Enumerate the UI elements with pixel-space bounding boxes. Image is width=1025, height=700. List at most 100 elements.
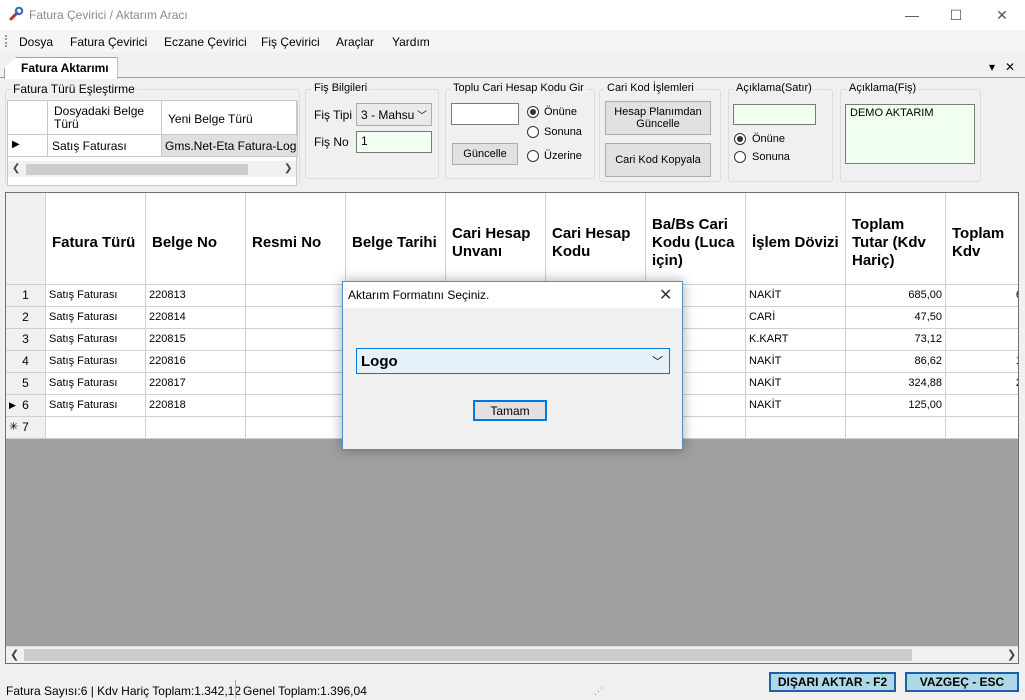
menu-dosya[interactable]: Dosya	[19, 35, 53, 49]
cell-belge-no[interactable]: 220816	[146, 351, 246, 373]
cell-resmi-no[interactable]	[246, 351, 346, 373]
cell-toplam-tutar[interactable]: 86,62	[846, 351, 946, 373]
cell-toplam-tutar[interactable]: 73,12	[846, 329, 946, 351]
tab-list-dropdown-icon[interactable]: ▾	[989, 60, 995, 74]
close-window-button[interactable]: ✕	[979, 0, 1025, 30]
cell-islem-dovizi[interactable]: NAKİT	[746, 351, 846, 373]
minimize-button[interactable]: —	[889, 0, 935, 30]
cell-fatura-turu[interactable]: Satış Faturası	[46, 395, 146, 417]
aciklama-onune-label: Önüne	[752, 133, 786, 145]
cell-belge-no[interactable]: 220815	[146, 329, 246, 351]
cell-toplam-kdv[interactable]: 6	[946, 285, 1018, 307]
col-resmi-no[interactable]: Resmi No	[246, 193, 346, 285]
col-cari-hesap-kodu[interactable]: Cari Hesap Kodu	[546, 193, 646, 285]
cell-resmi-no[interactable]	[246, 307, 346, 329]
cell-resmi-no[interactable]	[246, 285, 346, 307]
maximize-button[interactable]: ☐	[933, 0, 979, 30]
aciklama-satir-input[interactable]	[733, 104, 816, 125]
menu-eczane-cevirici[interactable]: Eczane Çevirici	[164, 35, 247, 49]
cell-toplam-tutar[interactable]: 125,00	[846, 395, 946, 417]
aciklama-onune-radio[interactable]	[734, 133, 746, 145]
scroll-right-icon[interactable]: ❯	[284, 163, 292, 174]
aciklama-sonuna-radio[interactable]	[734, 151, 746, 163]
cell-fatura-turu[interactable]: Satış Faturası	[46, 351, 146, 373]
vazgec-button[interactable]: VAZGEÇ - ESC	[905, 672, 1019, 692]
cell-fatura-turu[interactable]: Satış Faturası	[46, 329, 146, 351]
cell-toplam-tutar[interactable]: 324,88	[846, 373, 946, 395]
cell-islem-dovizi[interactable]	[746, 417, 846, 439]
col-belge-no[interactable]: Belge No	[146, 193, 246, 285]
toplu-onune-label: Önüne	[544, 106, 578, 118]
cell-islem-dovizi[interactable]: CARİ	[746, 307, 846, 329]
menu-araclar[interactable]: Araçlar	[336, 35, 374, 49]
cell-islem-dovizi[interactable]: NAKİT	[746, 373, 846, 395]
cell-fatura-turu[interactable]: Satış Faturası	[46, 307, 146, 329]
cari-kod-kopyala-button[interactable]: Cari Kod Kopyala	[605, 143, 711, 177]
cell-toplam-tutar[interactable]: 685,00	[846, 285, 946, 307]
row-number: 5	[6, 373, 46, 395]
menu-fatura-cevirici[interactable]: Fatura Çevirici	[70, 35, 147, 49]
cell-belge-no[interactable]: 220817	[146, 373, 246, 395]
toplu-cari-input[interactable]	[451, 103, 519, 125]
cari-kod-legend: Cari Kod İşlemleri	[605, 82, 696, 94]
col-cari-hesap-unvani[interactable]: Cari Hesap Unvanı	[446, 193, 546, 285]
grid-scroll-right-icon[interactable]: ❯	[1007, 648, 1016, 661]
cell-toplam-tutar[interactable]: 47,50	[846, 307, 946, 329]
cell-islem-dovizi[interactable]: NAKİT	[746, 285, 846, 307]
toplu-sonuna-radio[interactable]	[527, 126, 539, 138]
scroll-left-icon[interactable]: ❮	[12, 163, 20, 174]
cell-resmi-no[interactable]	[246, 417, 346, 439]
fis-tipi-select[interactable]: 3 - Mahsu ﹀	[356, 103, 432, 126]
cell-fatura-turu[interactable]	[46, 417, 146, 439]
col-fatura-turu[interactable]: Fatura Türü	[46, 193, 146, 285]
cell-resmi-no[interactable]	[246, 373, 346, 395]
toplu-onune-radio[interactable]	[527, 106, 539, 118]
chevron-down-icon: ﹀	[652, 356, 663, 368]
hesap-plani-guncelle-button[interactable]: Hesap Planımdan Güncelle	[605, 101, 711, 135]
aciklama-satir-legend: Açıklama(Satır)	[734, 82, 814, 94]
cell-toplam-kdv[interactable]	[946, 329, 1018, 351]
aciklama-fis-legend: Açıklama(Fiş)	[847, 82, 919, 94]
col-belge-tarihi[interactable]: Belge Tarihi	[346, 193, 446, 285]
tamam-button[interactable]: Tamam	[473, 400, 547, 421]
aciklama-fis-textarea[interactable]: DEMO AKTARIM	[845, 104, 975, 164]
toplu-guncelle-button[interactable]: Güncelle	[452, 143, 518, 165]
col-islem-dovizi[interactable]: İşlem Dövizi	[746, 193, 846, 285]
cell-islem-dovizi[interactable]: NAKİT	[746, 395, 846, 417]
dialog-close-icon[interactable]: ✕	[659, 285, 672, 305]
grid-scroll-thumb[interactable]	[24, 649, 912, 661]
cell-belge-no[interactable]: 220818	[146, 395, 246, 417]
menu-yardim[interactable]: Yardım	[392, 35, 430, 49]
cell-toplam-kdv[interactable]: 2	[946, 373, 1018, 395]
cell-belge-no[interactable]: 220813	[146, 285, 246, 307]
cell-belge-no[interactable]	[146, 417, 246, 439]
grid-scroll-left-icon[interactable]: ❮	[10, 648, 19, 661]
cell-fatura-turu[interactable]: Satış Faturası	[46, 373, 146, 395]
col-babs-cari-kodu[interactable]: Ba/Bs Cari Kodu (Luca için)	[646, 193, 746, 285]
tab-fatura-aktarimi[interactable]: Fatura Aktarımı	[4, 57, 118, 79]
mapping-target-value[interactable]: Gms.Net-Eta Fatura-Log	[162, 135, 298, 157]
disari-aktar-button[interactable]: DIŞARI AKTAR - F2	[769, 672, 896, 692]
resize-grip-icon[interactable]: ⋰	[594, 686, 603, 697]
col-toplam-kdv[interactable]: Toplam Kdv	[946, 193, 1018, 285]
cell-toplam-tutar[interactable]	[846, 417, 946, 439]
cell-belge-no[interactable]: 220814	[146, 307, 246, 329]
cell-toplam-kdv[interactable]	[946, 417, 1018, 439]
status-genel-toplam: Genel Toplam:1.396,04	[243, 684, 367, 698]
fis-no-input[interactable]: 1	[356, 131, 432, 153]
menu-fis-cevirici[interactable]: Fiş Çevirici	[261, 35, 320, 49]
cell-toplam-kdv[interactable]	[946, 307, 1018, 329]
toplu-uzerine-radio[interactable]	[527, 150, 539, 162]
mapping-scroll-thumb[interactable]	[26, 164, 248, 175]
tab-strip	[0, 52, 1025, 78]
cell-islem-dovizi[interactable]: K.KART	[746, 329, 846, 351]
cell-toplam-kdv[interactable]: (	[946, 395, 1018, 417]
cell-resmi-no[interactable]	[246, 395, 346, 417]
format-select[interactable]: Logo ﹀	[356, 348, 670, 374]
tab-close-icon[interactable]: ✕	[1005, 60, 1015, 74]
mapping-source-value[interactable]: Satış Faturası	[48, 135, 162, 157]
col-toplam-tutar[interactable]: Toplam Tutar (Kdv Hariç)	[846, 193, 946, 285]
cell-toplam-kdv[interactable]: 1	[946, 351, 1018, 373]
cell-resmi-no[interactable]	[246, 329, 346, 351]
cell-fatura-turu[interactable]: Satış Faturası	[46, 285, 146, 307]
